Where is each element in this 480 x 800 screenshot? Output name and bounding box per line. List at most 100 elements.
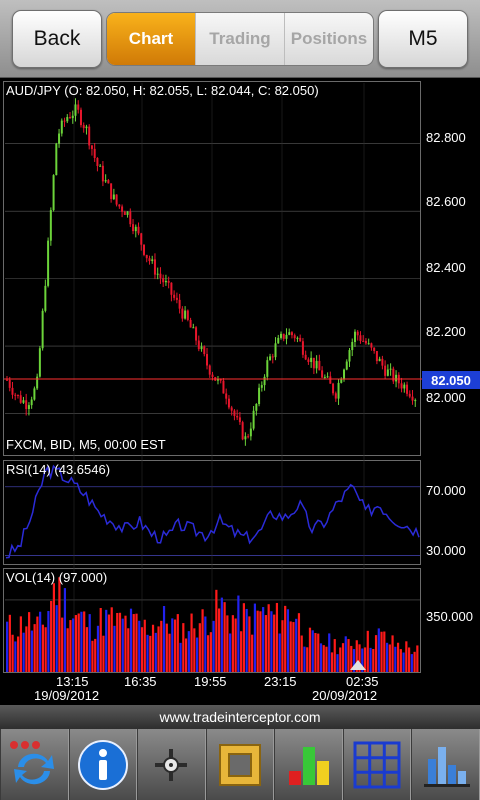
volume-bar xyxy=(149,635,152,672)
candle-up xyxy=(252,410,255,429)
candle-down xyxy=(101,165,104,182)
volume-bar xyxy=(259,611,262,672)
volume-bar xyxy=(28,612,31,672)
candle-down xyxy=(356,331,359,336)
volume-bar xyxy=(234,618,237,672)
candle-down xyxy=(381,358,384,366)
volume-bar xyxy=(17,636,20,672)
volume-bar xyxy=(319,643,323,672)
candle-down xyxy=(359,335,362,341)
candle-up xyxy=(30,399,33,406)
tab-chart[interactable]: Chart xyxy=(107,13,195,65)
candle-up xyxy=(310,357,313,362)
volume-bar xyxy=(385,642,389,672)
volume-bar xyxy=(245,608,248,672)
volume-bar xyxy=(209,632,212,672)
refresh-button[interactable] xyxy=(0,729,69,800)
candle-down xyxy=(384,365,387,376)
timeframe-button[interactable]: M5 xyxy=(378,10,468,68)
indicators-chart-icon xyxy=(288,746,329,785)
candle-down xyxy=(230,407,233,411)
volume-bar xyxy=(226,615,229,672)
volume-bar xyxy=(218,608,221,672)
volume-bar xyxy=(204,616,207,672)
candle-down xyxy=(203,346,206,355)
candle-up xyxy=(74,104,77,116)
ruler-frame-icon xyxy=(219,743,262,786)
info-button[interactable] xyxy=(68,729,138,800)
volume-bar xyxy=(160,620,163,672)
volume-bar xyxy=(333,639,336,672)
candle-down xyxy=(167,280,170,283)
back-button[interactable]: Back xyxy=(12,10,102,68)
chart-canvas[interactable] xyxy=(0,80,480,705)
volume-bar xyxy=(399,649,402,672)
candle-up xyxy=(343,369,346,380)
candle-down xyxy=(362,340,365,342)
volume-bar xyxy=(143,619,146,672)
candle-down xyxy=(159,273,162,278)
volume-bar xyxy=(107,614,111,672)
volume-bar xyxy=(402,652,405,672)
view-segmented-control: Chart Trading Positions xyxy=(106,12,374,66)
candle-down xyxy=(290,332,293,336)
volume-bar xyxy=(72,618,75,672)
price-tick-label: 82.600 xyxy=(426,194,466,209)
price-info-label: AUD/JPY (O: 82.050, H: 82.055, L: 82.044… xyxy=(6,83,319,98)
candle-up xyxy=(85,126,88,129)
time-tick-label: 02:35 xyxy=(346,674,379,689)
volume-bar xyxy=(325,646,328,672)
tab-positions[interactable]: Positions xyxy=(284,13,373,65)
candle-up xyxy=(58,133,61,144)
volume-bar xyxy=(165,623,168,672)
indicators-button[interactable] xyxy=(274,729,343,800)
volume-bar xyxy=(273,614,276,672)
volume-bar xyxy=(383,631,386,672)
candle-up xyxy=(263,376,266,386)
crosshair-button[interactable] xyxy=(137,729,206,800)
marker-triangle xyxy=(350,660,366,670)
candle-down xyxy=(186,310,189,320)
website-url-bar[interactable]: www.tradeinterceptor.com xyxy=(0,705,480,729)
candle-up xyxy=(274,343,277,358)
volume-bar xyxy=(251,634,254,672)
volume-bar xyxy=(311,630,314,672)
volume-bar xyxy=(314,633,317,672)
volume-bar xyxy=(168,633,171,672)
crosshair-icon xyxy=(155,748,188,781)
time-tick-label: 23:15 xyxy=(264,674,297,689)
grid-button[interactable] xyxy=(342,729,412,800)
candle-up xyxy=(52,175,55,211)
volume-bar xyxy=(330,652,334,672)
volume-bar xyxy=(55,605,58,672)
candle-down xyxy=(19,395,22,403)
volume-bar xyxy=(116,612,119,672)
volume-bar xyxy=(380,631,383,672)
candle-up xyxy=(36,376,39,389)
volume-bar xyxy=(394,646,397,672)
candle-down xyxy=(25,400,28,409)
volume-tick-label: 350.000 xyxy=(426,609,473,624)
tab-trading[interactable]: Trading xyxy=(195,13,284,65)
candle-up xyxy=(296,337,299,339)
volume-bar xyxy=(306,647,309,672)
ruler-button[interactable] xyxy=(205,729,275,800)
volume-bar xyxy=(14,641,17,672)
candle-down xyxy=(11,387,14,395)
volume-bar xyxy=(151,624,155,672)
candle-up xyxy=(151,259,154,262)
volume-bar xyxy=(30,630,33,672)
volume-bar xyxy=(77,613,80,672)
volume-bar xyxy=(102,635,105,672)
candle-down xyxy=(153,259,156,275)
rsi-label: RSI(14) (43.6546) xyxy=(6,462,111,477)
candle-down xyxy=(312,357,315,369)
volume-bar xyxy=(262,607,265,672)
candle-down xyxy=(222,380,225,394)
chart-settings-button[interactable] xyxy=(411,729,480,800)
candle-down xyxy=(14,394,17,396)
volume-bar xyxy=(187,631,190,672)
candle-up xyxy=(71,115,74,119)
candle-up xyxy=(47,240,50,286)
chart-area[interactable]: AUD/JPY (O: 82.050, H: 82.055, L: 82.044… xyxy=(0,80,480,705)
